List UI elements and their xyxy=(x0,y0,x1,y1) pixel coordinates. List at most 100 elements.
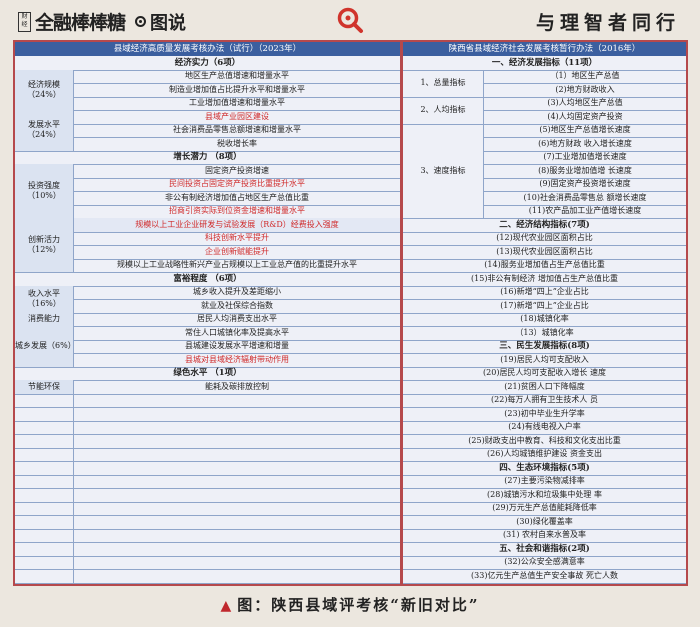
right-table: 陕西省县域经济社会发展考核暂行办法（2016年） 一、经济发展指标（11项） 1、总… xyxy=(403,42,686,584)
header: 财经 全融棒棒糖 图说 与理智者同行 xyxy=(0,0,700,42)
column-rule xyxy=(73,407,74,421)
left-indicator-item: 县城对县域经济辐射带动作用 xyxy=(185,354,289,364)
left-group-label: 收入水平（16%） xyxy=(15,285,73,313)
slogan: 与理智者同行 xyxy=(535,12,680,34)
left-indicator-item: 居民人均消费支出水平 xyxy=(197,314,277,324)
left-table: 县域经济高质量发展考核办法（试行）（2023年） 经济实力（6项） 经济规模（24%… xyxy=(15,42,400,584)
right-indicator-item: (23)初中毕业生升学率 xyxy=(504,408,585,418)
left-indicator-item: 工业增加值增速和增量水平 xyxy=(189,98,285,108)
right-indicator-item: (31) 农村自来水普及率 xyxy=(503,530,586,540)
row-rule xyxy=(403,582,686,584)
caption: ▲ 图：陕西县域评考核“新旧对比” xyxy=(0,594,700,615)
left-table-title: 县域经济高质量发展考核办法（试行）（2023年） xyxy=(15,42,400,56)
left-indicator-item: 非公有制经济增加值占地区生产总值比重 xyxy=(165,192,309,202)
right-indicator-item: (28)城镇污水和垃圾集中处理 率 xyxy=(487,489,602,499)
left-indicator-item: 城乡收入提升及差距缩小 xyxy=(193,287,281,297)
left-indicator-item: 常住人口城镇化率及提高水平 xyxy=(185,327,289,337)
right-indicator-item: (33)亿元生产总值生产安全事故 死亡人数 xyxy=(471,570,618,580)
right-indicator-item: (26)人均城镇维护建设 资金支出 xyxy=(487,449,602,459)
right-table-title: 陕西省县域经济社会发展考核暂行办法（2016年） xyxy=(403,42,686,56)
left-indicator-item: 规模以上工业企业研发与试验发展（R&D）经费投入强度 xyxy=(74,218,400,232)
right-indicator-item: (16)新增“四上”企业占比 xyxy=(500,287,589,297)
column-rule xyxy=(73,488,74,502)
left-section-heading: 经济实力（6项） xyxy=(174,57,241,68)
left-indicator-item: 制造业增加值占比提升水平和增量水平 xyxy=(169,84,305,94)
column-rule xyxy=(73,528,74,542)
column-rule xyxy=(73,555,74,569)
right-section-heading: 三、民生发展指标(8项) xyxy=(499,341,590,352)
left-indicator-item: 税收增长率 xyxy=(217,138,257,148)
left-indicator-item: 规模以上工业战略性新兴产业占规模以上工业总产值的比重提升水平 xyxy=(117,260,357,270)
brand-logo: 财经 xyxy=(18,11,31,32)
left-indicator-item: 县城建设发展水平增速和增量 xyxy=(185,341,289,351)
left-indicator-item: 社会消费品零售总额增速和增量水平 xyxy=(173,125,301,135)
right-section-heading: 一、经济发展指标（11项） xyxy=(491,57,598,68)
left-group-label: 发展水平（24%） xyxy=(15,110,73,151)
left-group-label: 节能环保 xyxy=(15,380,73,394)
magnifier-icon xyxy=(337,7,363,33)
right-indicator-item: (14)服务业增加值占生产总值比重 xyxy=(484,260,605,270)
left-indicator-item: 能耗及碳排放控制 xyxy=(205,381,269,391)
column-rule xyxy=(73,501,74,515)
left-indicator-item: 县域产业园区建设 xyxy=(205,111,269,121)
right-indicator-item: (4)人均固定资产投资 xyxy=(547,111,623,121)
right-indicator-item: (11)农产品加工业产值增长速度 xyxy=(528,206,642,216)
right-section-heading: 二、经济结构指标(7项) xyxy=(499,219,590,230)
right-indicator-item: (18)城镇化率 xyxy=(520,314,569,324)
right-indicator-item: (15)非公有制经济 增加值占生产总值比重 xyxy=(471,273,618,283)
column-rule xyxy=(73,569,74,583)
right-indicator-item: (5)地区生产总值增长速度 xyxy=(539,125,631,135)
right-indicator-item: (24)有线电视入户率 xyxy=(508,422,581,432)
right-indicator-item: (21)贫困人口下降幅度 xyxy=(504,381,585,391)
left-section-heading: 绿色水平 （1项） xyxy=(173,368,242,379)
left-indicator-item: 就业及社保综合指数 xyxy=(201,300,273,310)
left-group-label: 经济规模（24%） xyxy=(15,69,73,110)
right-indicator-item: (7)工业增加值增长速度 xyxy=(543,152,627,162)
right-group-label: 1、总量指标 xyxy=(420,78,466,87)
right-indicator-item: （13）城镇化率 xyxy=(515,327,574,337)
right-indicator-item: (13)现代农业园区面积占比 xyxy=(496,246,593,256)
left-group-label: 城乡发展（6%） xyxy=(15,326,73,367)
left-group-label: 投资强度（10%） xyxy=(15,164,73,218)
left-group-label: 创新活力（12%） xyxy=(15,218,73,272)
right-indicator-item: (8)服务业增加值增 长速度 xyxy=(538,165,632,175)
brand: 财经 全融棒棒糖 图说 xyxy=(18,8,186,35)
brand-sub: 图说 xyxy=(150,12,187,34)
right-indicator-item: （1）地区生产总值 xyxy=(550,71,620,81)
column-rule xyxy=(73,542,74,556)
left-indicator-item: 企业创新赋能提升 xyxy=(205,246,269,256)
left-indicator-item: 地区生产总值增速和增量水平 xyxy=(185,71,289,81)
right-indicator-item: (19)居民人均可支配收入 xyxy=(500,354,589,364)
right-indicator-item: (2)地方财政收入 xyxy=(555,84,615,94)
right-section-heading: 四、生态环境指标(5项) xyxy=(499,462,590,473)
right-indicator-item: (10)社会消费品零售总 额增长速度 xyxy=(523,192,647,202)
left-section-heading: 富裕程度 （6项） xyxy=(173,273,242,284)
column-rule xyxy=(73,434,74,448)
right-indicator-item: (22)每万人拥有卫生技术人 员 xyxy=(491,395,598,405)
caption-text: 图：陕西县域评考核“新旧对比” xyxy=(237,596,480,614)
right-indicator-item: (9)固定资产投资增长速度 xyxy=(539,179,631,189)
right-indicator-item: (12)现代农业园区面积占比 xyxy=(496,233,593,243)
right-indicator-item: (3)人均地区生产总值 xyxy=(547,98,623,108)
triangle-icon: ▲ xyxy=(220,598,234,614)
column-rule xyxy=(73,461,74,475)
record-dot-icon xyxy=(135,16,147,27)
column-rule xyxy=(73,420,74,434)
left-indicator-item: 民间投资占固定资产投资比重提升水平 xyxy=(169,179,305,189)
left-indicator-item: 固定资产投资增速 xyxy=(205,165,269,175)
right-indicator-item: (6)地方财政 收入增长速度 xyxy=(538,138,632,148)
column-rule xyxy=(73,447,74,461)
right-indicator-item: (17)新增“四上”企业占比 xyxy=(500,300,589,310)
right-group-label: 3、速度指标 xyxy=(420,165,466,175)
column-rule xyxy=(73,515,74,529)
right-indicator-item: (32)公众安全感满意率 xyxy=(504,557,585,567)
right-section-heading: 五、社会和谐指标(2项) xyxy=(499,543,590,554)
right-group-label: 2、人均指标 xyxy=(420,105,466,114)
right-indicator-item: (30)绿化覆盖率 xyxy=(516,516,573,526)
right-indicator-item: (27)主要污染物减排率 xyxy=(504,476,585,486)
left-indicator-item: 招商引资实际到位资金增速和增量水平 xyxy=(169,206,305,216)
comparison-table: 县域经济高质量发展考核办法（试行）（2023年） 经济实力（6项） 经济规模（24%… xyxy=(13,40,688,586)
right-indicator-item: (29)万元生产总值能耗降低率 xyxy=(492,503,597,513)
right-indicator-item: (20)居民人均可支配收入增长 速度 xyxy=(483,368,606,378)
right-indicator-item: (25)财政支出中教育、科技和文化支出比重 xyxy=(468,435,621,445)
